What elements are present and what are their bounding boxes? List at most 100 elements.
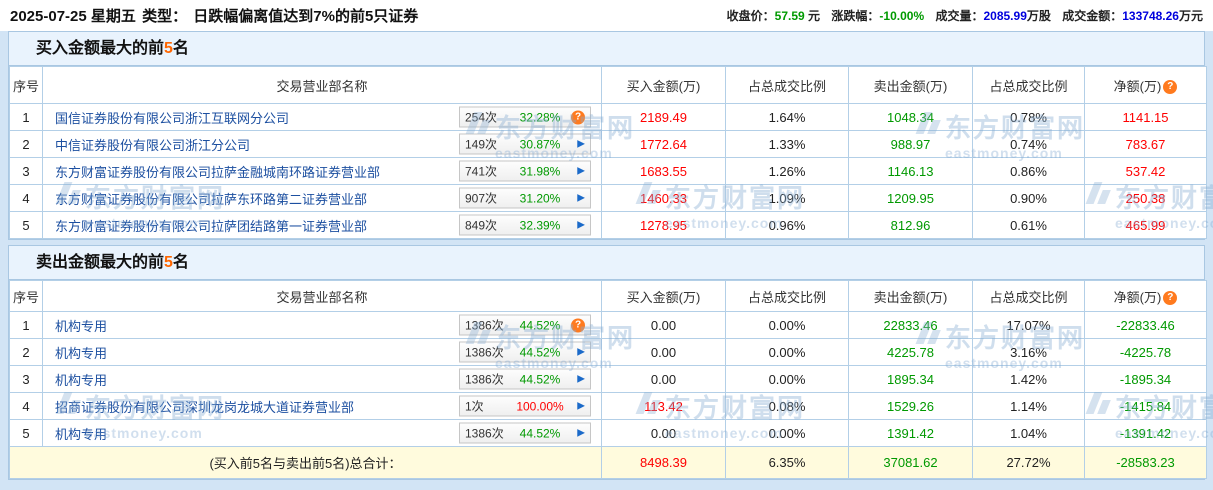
lhb-stat-badge[interactable]: 149次30.87%▶ — [459, 134, 591, 155]
col-broker-name: 交易营业部名称 — [43, 67, 602, 104]
col-sell-ratio: 占总成交比例 — [973, 281, 1085, 312]
lhb-stat-badge[interactable]: 1386次44.52%▶ — [459, 423, 591, 444]
net-amount-cell: -1391.42 — [1085, 420, 1207, 447]
sell-header-row: 序号 交易营业部名称 买入金额(万) 占总成交比例 卖出金额(万) 占总成交比例… — [10, 281, 1207, 312]
office-link[interactable]: 招商证券股份有限公司深圳龙岗龙城大道证券营业部 — [55, 400, 354, 415]
success-rate: 32.39% — [511, 218, 569, 232]
row-seq: 1 — [10, 312, 43, 339]
office-link[interactable]: 东方财富证券股份有限公司拉萨团结路第一证券营业部 — [55, 219, 367, 234]
sell-amount-cell: 4225.78 — [849, 339, 973, 366]
table-row: 2 中信证券股份有限公司浙江分公司 149次30.87%▶ 1772.64 1.… — [10, 131, 1207, 158]
col-seq: 序号 — [10, 67, 43, 104]
lhb-stat-badge[interactable]: 1386次44.52%▶ — [459, 342, 591, 363]
help-icon[interactable]: ? — [571, 318, 585, 332]
office-link[interactable]: 机构专用 — [55, 319, 107, 334]
lhb-stat-badge[interactable]: 849次32.39%▶ — [459, 215, 591, 236]
table-row: 3 东方财富证券股份有限公司拉萨金融城南环路证券营业部 741次31.98%▶ … — [10, 158, 1207, 185]
buy-amount-cell: 1772.64 — [602, 131, 726, 158]
trade-date: 2025-07-25 星期五 — [10, 8, 136, 25]
arrow-right-icon[interactable]: ▶ — [577, 191, 585, 205]
buy-ratio-cell: 1.26% — [726, 158, 849, 185]
row-name-cell: 机构专用 1386次44.52%▶ — [43, 339, 602, 366]
sell-ratio-cell: 1.14% — [973, 393, 1085, 420]
arrow-right-icon[interactable]: ▶ — [577, 345, 585, 359]
buy-amount-cell: 0.00 — [602, 366, 726, 393]
sell-title-number: 5 — [164, 254, 173, 271]
success-rate: 44.52% — [511, 426, 569, 440]
lhb-stat-badge[interactable]: 741次31.98%▶ — [459, 161, 591, 182]
row-name-cell: 机构专用 1386次44.52%▶ — [43, 420, 602, 447]
table-row: 5 机构专用 1386次44.52%▶ 0.00 0.00% 1391.42 1… — [10, 420, 1207, 447]
row-name-cell: 东方财富证券股份有限公司拉萨金融城南环路证券营业部 741次31.98%▶ — [43, 158, 602, 185]
office-link[interactable]: 机构专用 — [55, 427, 107, 442]
help-icon[interactable]: ? — [1163, 291, 1177, 305]
total-label: (买入前5名与卖出前5名)总合计： — [10, 447, 602, 479]
arrow-right-icon[interactable]: ▶ — [577, 164, 585, 178]
close-price-value: 57.59 — [775, 9, 805, 23]
buy-amount-cell: 1683.55 — [602, 158, 726, 185]
office-link[interactable]: 东方财富证券股份有限公司拉萨东环路第二证券营业部 — [55, 192, 367, 207]
help-icon[interactable]: ? — [571, 110, 585, 124]
lhb-stat-badge[interactable]: 1386次44.52%▶ — [459, 369, 591, 390]
buy-section-title: 买入金额最大的前5名 — [9, 32, 1204, 66]
appearance-count: 741次 — [465, 163, 511, 180]
sell-table: 序号 交易营业部名称 买入金额(万) 占总成交比例 卖出金额(万) 占总成交比例… — [9, 280, 1207, 479]
arrow-right-icon[interactable]: ▶ — [577, 426, 585, 440]
table-row: 1 机构专用 1386次44.52%? 0.00 0.00% 22833.46 … — [10, 312, 1207, 339]
buy-ratio-cell: 0.08% — [726, 393, 849, 420]
sell-amount-cell: 1529.26 — [849, 393, 973, 420]
total-buy-ratio: 6.35% — [726, 447, 849, 479]
office-link[interactable]: 机构专用 — [55, 346, 107, 361]
buy-amount-cell: 0.00 — [602, 420, 726, 447]
sell-amount-cell: 1209.95 — [849, 185, 973, 212]
volume-value: 2085.99 — [983, 9, 1026, 23]
row-name-cell: 国信证券股份有限公司浙江互联网分公司 254次32.28%? — [43, 104, 602, 131]
sell-ratio-cell: 0.78% — [973, 104, 1085, 131]
arrow-right-icon[interactable]: ▶ — [577, 218, 585, 232]
office-link[interactable]: 东方财富证券股份有限公司拉萨金融城南环路证券营业部 — [55, 165, 380, 180]
office-link[interactable]: 国信证券股份有限公司浙江互联网分公司 — [55, 111, 289, 126]
appearance-count: 1386次 — [465, 317, 511, 334]
sell-ratio-cell: 1.04% — [973, 420, 1085, 447]
close-price-unit: 元 — [808, 9, 820, 23]
table-row: 4 招商证券股份有限公司深圳龙岗龙城大道证券营业部 1次100.00%▶ 113… — [10, 393, 1207, 420]
net-amount-cell: 250.38 — [1085, 185, 1207, 212]
arrow-right-icon[interactable]: ▶ — [577, 399, 585, 413]
volume-unit: 万股 — [1027, 9, 1051, 23]
buy-ratio-cell: 1.09% — [726, 185, 849, 212]
lhb-stat-badge[interactable]: 907次31.20%▶ — [459, 188, 591, 209]
net-amount-cell: 783.67 — [1085, 131, 1207, 158]
arrow-right-icon[interactable]: ▶ — [577, 137, 585, 151]
close-price-label: 收盘价： — [727, 9, 775, 23]
change-pct-value: -10.00% — [879, 9, 924, 23]
sell-ratio-cell: 0.61% — [973, 212, 1085, 239]
sell-ratio-cell: 0.86% — [973, 158, 1085, 185]
help-icon[interactable]: ? — [1163, 80, 1177, 94]
lhb-stat-badge[interactable]: 1386次44.52%? — [459, 315, 591, 336]
total-sell-ratio: 27.72% — [973, 447, 1085, 479]
table-row: 5 东方财富证券股份有限公司拉萨团结路第一证券营业部 849次32.39%▶ 1… — [10, 212, 1207, 239]
col-buy-amount: 买入金额(万) — [602, 67, 726, 104]
turnover-unit: 万元 — [1179, 9, 1203, 23]
sell-title-suffix: 名 — [173, 254, 189, 271]
buy-ratio-cell: 0.00% — [726, 339, 849, 366]
lhb-stat-badge[interactable]: 1次100.00%▶ — [459, 396, 591, 417]
net-amount-cell: -4225.78 — [1085, 339, 1207, 366]
total-row: (买入前5名与卖出前5名)总合计： 8498.39 6.35% 37081.62… — [10, 447, 1207, 479]
sell-ratio-cell: 1.42% — [973, 366, 1085, 393]
buy-amount-cell: 2189.49 — [602, 104, 726, 131]
sell-section-title: 卖出金额最大的前5名 — [9, 246, 1204, 280]
row-seq: 5 — [10, 420, 43, 447]
col-sell-amount: 卖出金额(万) — [849, 281, 973, 312]
buy-title-suffix: 名 — [173, 40, 189, 57]
success-rate: 31.20% — [511, 191, 569, 205]
arrow-right-icon[interactable]: ▶ — [577, 372, 585, 386]
office-link[interactable]: 中信证券股份有限公司浙江分公司 — [55, 138, 250, 153]
net-amount-cell: -1415.84 — [1085, 393, 1207, 420]
summary-topbar: 2025-07-25 星期五 类型： 日跌幅偏离值达到7%的前5只证券 收盘价：… — [0, 0, 1213, 31]
buy-ratio-cell: 0.00% — [726, 420, 849, 447]
lhb-stat-badge[interactable]: 254次32.28%? — [459, 107, 591, 128]
success-rate: 30.87% — [511, 137, 569, 151]
net-amount-cell: 465.99 — [1085, 212, 1207, 239]
office-link[interactable]: 机构专用 — [55, 373, 107, 388]
